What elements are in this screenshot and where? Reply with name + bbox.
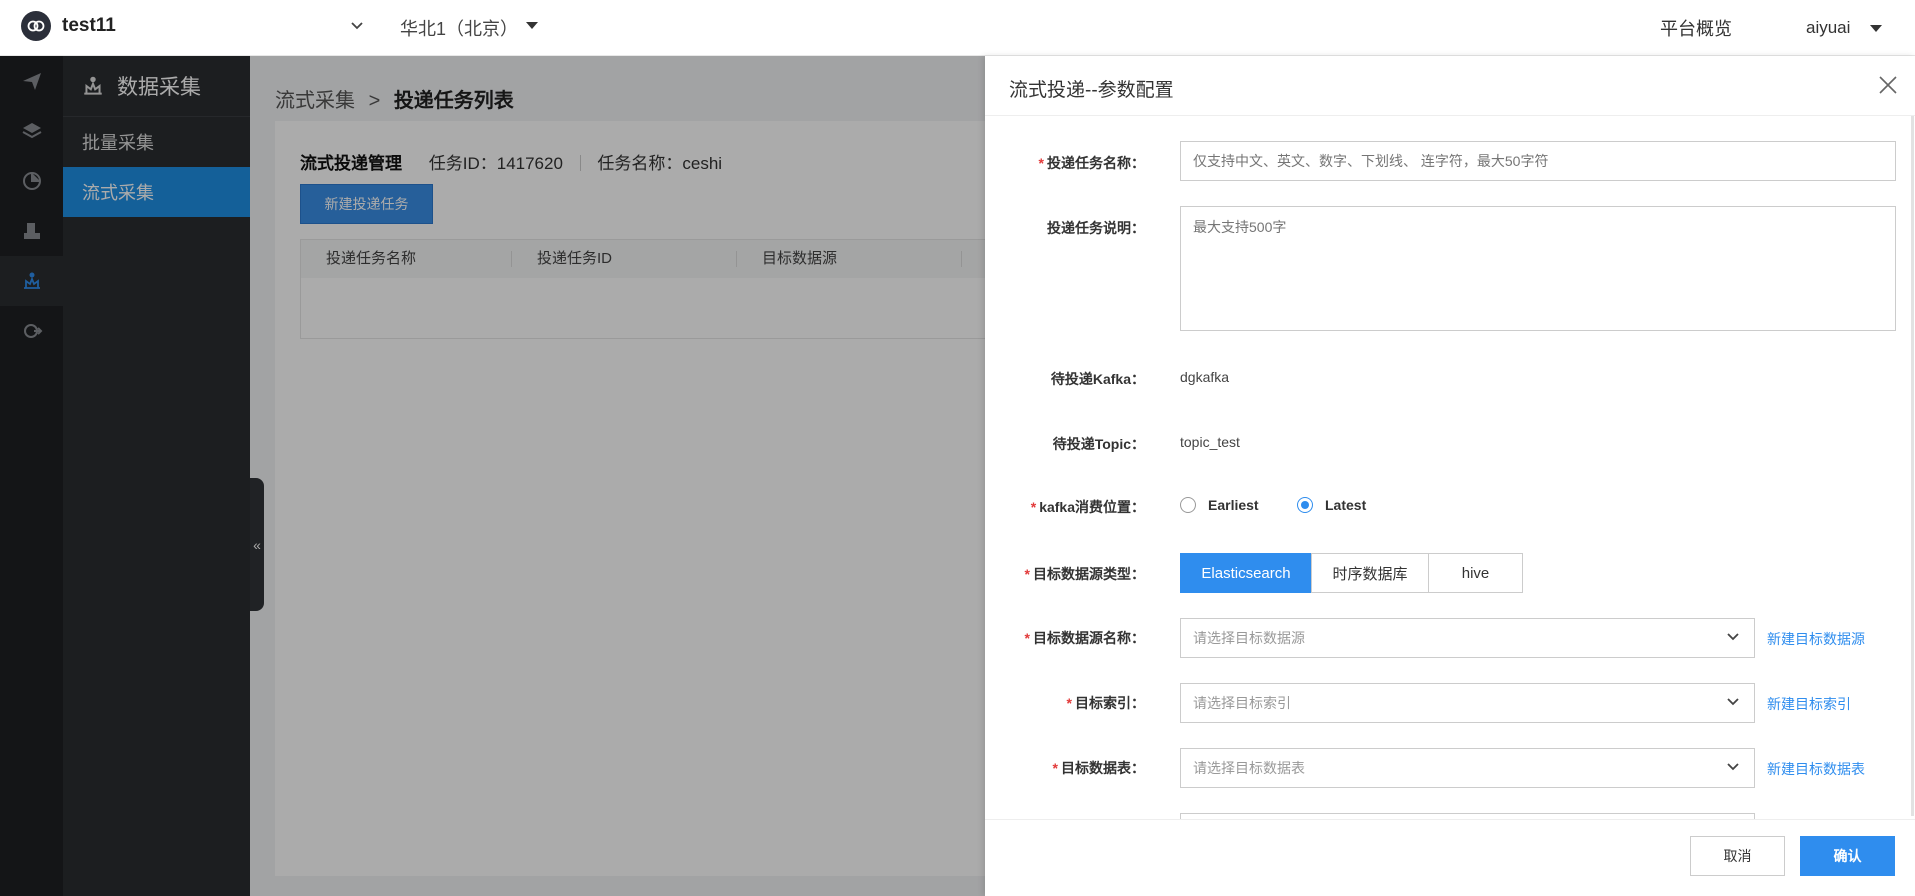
project-name: test11 [62,15,116,36]
topic-value: topic_test [1180,434,1240,450]
topic-label: 待投递Topic： [1052,436,1145,452]
radio-label: Latest [1325,497,1367,513]
radio-latest[interactable]: Latest [1297,497,1366,513]
select-placeholder: 请选择目标数据源 [1193,630,1305,646]
task-desc-label: 投递任务说明： [1047,220,1145,236]
scrollbar[interactable] [1911,116,1914,816]
platform-overview-link[interactable]: 平台概览 [1660,15,1732,41]
modal-overlay[interactable] [0,56,985,896]
kafka-label: 待投递Kafka： [1050,371,1145,387]
index-select[interactable]: 请选择目标索引 [1180,683,1755,723]
task-name-input[interactable] [1180,141,1896,181]
chevron-down-icon[interactable] [350,18,364,36]
cloud-logo-icon[interactable] [21,11,51,41]
chevron-down-icon [1727,763,1739,771]
segment-tsdb[interactable]: 时序数据库 [1311,553,1429,593]
segment-elasticsearch[interactable]: Elasticsearch [1180,553,1312,593]
index-label: * 目标索引： [1066,695,1145,711]
collapse-handle[interactable]: « [250,478,264,611]
top-bar: test11 华北1（北京） 平台概览 aiyuai [0,0,1915,56]
radio-earliest[interactable]: Earliest [1180,497,1259,513]
table-select[interactable]: 请选择目标数据表 [1180,748,1755,788]
ds-name-select[interactable]: 请选择目标数据源 [1180,618,1755,658]
radio-button-selected[interactable] [1297,497,1313,513]
radio-label: Earliest [1208,497,1259,513]
task-desc-textarea[interactable] [1180,206,1896,331]
cancel-button[interactable]: 取消 [1690,836,1785,876]
ds-type-label: * 目标数据源类型： [1024,566,1145,582]
chevron-down-icon [1727,633,1739,641]
config-drawer: 流式投递--参数配置 *投递任务名称： 投递任务说明： 待投递Kafka： dg… [985,56,1915,896]
confirm-button[interactable]: 确认 [1800,836,1895,876]
drawer-title: 流式投递--参数配置 [1009,80,1174,101]
region-selector[interactable]: 华北1（北京） [400,15,518,41]
caret-down-icon[interactable] [526,22,538,29]
chevron-down-icon [1727,698,1739,706]
new-table-link[interactable]: 新建目标数据表 [1767,759,1865,779]
table-label: * 目标数据表： [1052,760,1145,776]
user-menu[interactable]: aiyuai [1806,18,1850,38]
select-placeholder: 请选择目标数据表 [1193,760,1305,776]
segment-hive[interactable]: hive [1428,553,1523,593]
new-ds-link[interactable]: 新建目标数据源 [1767,629,1865,649]
new-index-link[interactable]: 新建目标索引 [1767,694,1851,714]
ds-type-segmented: Elasticsearch 时序数据库 hive [1180,553,1523,593]
select-placeholder: 请选择目标索引 [1193,695,1291,711]
consume-label: * kafka消费位置： [1030,499,1145,515]
task-name-label: * 投递任务名称： [1038,155,1145,171]
close-icon[interactable] [1876,73,1900,97]
ds-name-label: * 目标数据源名称： [1024,630,1145,646]
drawer-footer: 取消 确认 [985,819,1915,896]
radio-button[interactable] [1180,497,1196,513]
caret-down-icon[interactable] [1870,25,1882,32]
drawer-header: 流式投递--参数配置 [985,56,1915,116]
kafka-value: dgkafka [1180,369,1230,385]
